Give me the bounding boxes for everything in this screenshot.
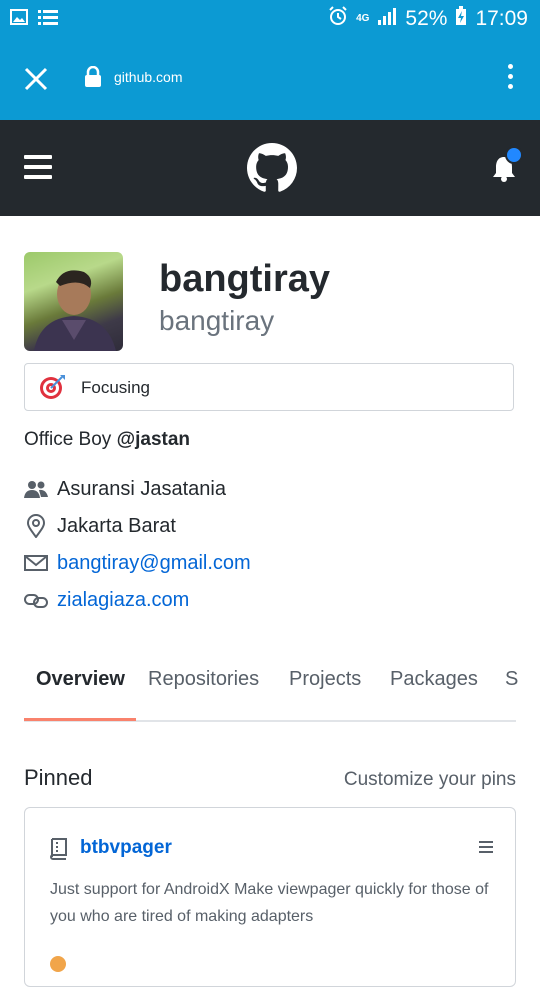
tab-packages[interactable]: Packages <box>390 668 478 691</box>
link-icon <box>24 588 48 612</box>
browser-toolbar: github.com <box>0 38 540 120</box>
status-text: Focusing <box>81 378 150 397</box>
dart-target-icon <box>38 374 66 405</box>
network-type: 4G <box>356 13 370 24</box>
battery-charging-icon <box>455 6 467 32</box>
url-text[interactable]: github.com <box>114 69 182 85</box>
tab-stars[interactable]: S <box>505 668 518 691</box>
avatar[interactable] <box>24 252 123 351</box>
profile-email[interactable]: bangtiray@gmail.com <box>24 551 251 575</box>
repo-name-link[interactable]: btbvpager <box>80 837 172 859</box>
clock: 17:09 <box>475 7 528 30</box>
organization-icon <box>24 477 48 501</box>
location-pin-icon <box>24 514 48 538</box>
bio-text: Office Boy <box>24 429 117 450</box>
customize-pins-link[interactable]: Customize your pins <box>344 769 516 791</box>
status-bar: 4G 52% 17:09 <box>0 0 540 38</box>
website-link[interactable]: zialagiaza.com <box>57 589 189 612</box>
language-color-dot <box>50 956 66 972</box>
alarm-icon <box>328 6 348 32</box>
more-options-icon[interactable] <box>508 64 514 94</box>
repo-book-icon <box>49 838 67 865</box>
user-status[interactable]: Focusing <box>24 363 514 411</box>
bio-mention[interactable]: @jastan <box>117 429 190 450</box>
lock-icon <box>84 65 102 93</box>
list-icon <box>38 9 58 30</box>
tab-overview[interactable]: Overview <box>36 668 125 691</box>
profile-bio: Office Boy @jastan <box>24 429 190 451</box>
profile-location: Jakarta Barat <box>24 514 176 538</box>
tab-repositories[interactable]: Repositories <box>148 668 259 691</box>
pinned-heading: Pinned <box>24 765 93 790</box>
profile-company: Asuransi Jasatania <box>24 477 226 501</box>
tab-projects[interactable]: Projects <box>289 668 361 691</box>
github-logo-icon[interactable] <box>247 143 297 193</box>
menu-icon[interactable] <box>24 155 52 185</box>
repo-description: Just support for AndroidX Make viewpager… <box>50 881 489 925</box>
close-icon[interactable] <box>22 65 50 93</box>
mail-icon <box>24 551 48 575</box>
active-tab-indicator <box>24 718 136 721</box>
profile-login: bangtiray <box>159 305 275 336</box>
gallery-icon <box>10 9 28 30</box>
pinned-repo-card[interactable]: btbvpager Just support for AndroidX Make… <box>24 807 516 987</box>
profile-name: bangtiray <box>159 258 331 300</box>
notification-indicator <box>505 146 523 164</box>
email-link[interactable]: bangtiray@gmail.com <box>57 552 251 575</box>
location-text: Jakarta Barat <box>57 514 176 537</box>
drag-handle-icon[interactable] <box>479 841 493 856</box>
company-text: Asuransi Jasatania <box>57 477 226 500</box>
signal-icon <box>377 7 397 31</box>
battery-percent: 52% <box>405 7 448 30</box>
profile-website[interactable]: zialagiaza.com <box>24 588 189 612</box>
github-header <box>0 120 540 216</box>
